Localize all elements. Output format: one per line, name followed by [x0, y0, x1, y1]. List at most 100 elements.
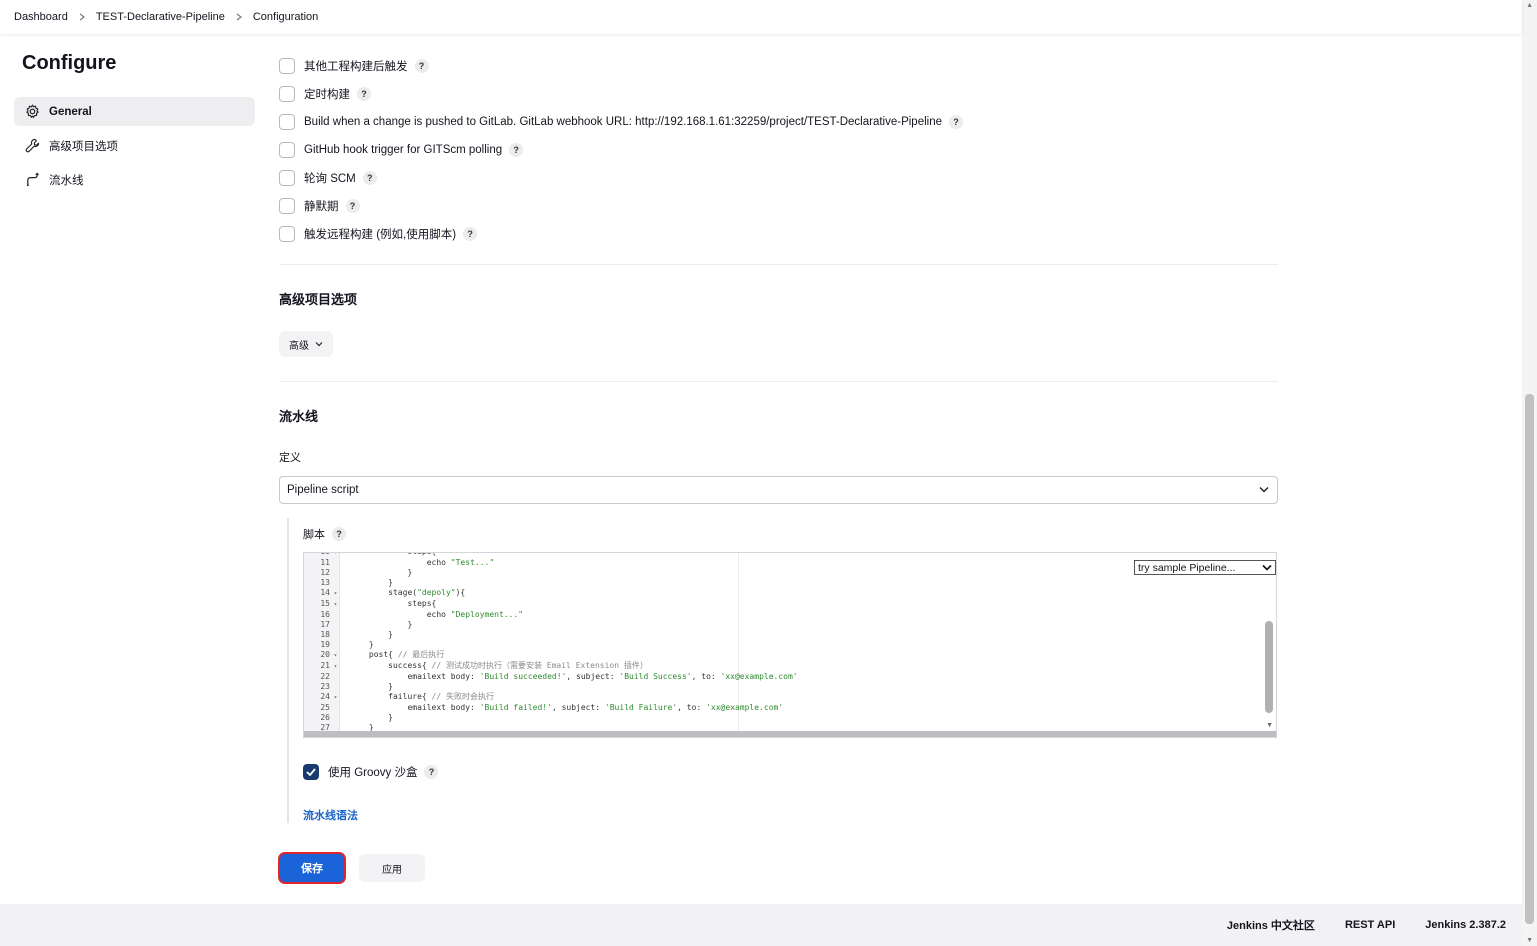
code-text: } [407, 568, 413, 577]
scroll-down-icon[interactable]: ▼ [1526, 937, 1533, 944]
fold-arrow-icon[interactable]: ▾ [330, 693, 340, 703]
advanced-button[interactable]: 高级 [279, 331, 333, 357]
line-number: 19 [320, 640, 330, 649]
trigger-label: 其他工程构建后触发 [304, 61, 408, 73]
trigger-row: Build when a change is pushed to GitLab.… [279, 108, 1278, 136]
chevron-down-icon [1259, 484, 1269, 496]
code-text: success{ // 测试成功时执行（需要安装 Email Extension… [388, 661, 648, 670]
trigger-label: Build when a change is pushed to GitLab.… [304, 116, 943, 128]
footer-link-community[interactable]: Jenkins 中文社区 [1227, 917, 1315, 933]
line-number: 26 [320, 713, 330, 722]
line-number: 14 [320, 588, 330, 597]
trigger-checkbox[interactable] [279, 226, 295, 242]
trigger-checkbox[interactable] [279, 170, 295, 186]
sidebar-item-pipeline[interactable]: 流水线 [14, 165, 255, 194]
code-text: echo "Test..." [426, 558, 495, 567]
help-icon[interactable]: ? [362, 171, 377, 185]
advanced-button-label: 高级 [289, 340, 309, 352]
code-content[interactable]: 10 ▾ steps{11 echo "Test..."12 }13 }14 ▾… [304, 553, 798, 737]
groovy-sandbox-checkbox[interactable] [303, 764, 319, 780]
definition-label: 定义 [279, 452, 301, 464]
groovy-sandbox-row: 使用 Groovy 沙盒 ? [303, 764, 1278, 780]
editor-scrollbar[interactable] [1265, 573, 1273, 733]
line-number: 25 [320, 703, 330, 712]
build-triggers: 其他工程构建后触发 ? 定时构建 ? Build when a change i… [279, 52, 1278, 248]
script-label: 脚本 [303, 529, 325, 541]
code-line: 24 ▾ failure{ // 失败时会执行 [304, 692, 798, 703]
line-number: 11 [320, 558, 330, 567]
section-divider [279, 264, 1278, 265]
code-text: } [388, 630, 393, 639]
code-line: 26 } [304, 713, 798, 723]
sample-pipeline-select[interactable]: try sample Pipeline... [1134, 560, 1276, 575]
sidebar-item-label: General [49, 105, 92, 118]
page-scrollbar[interactable]: ▲ ▼ [1522, 0, 1537, 946]
chevron-down-icon [315, 341, 323, 347]
sidebar-item-label: 高级项目选项 [49, 140, 118, 153]
trigger-checkbox[interactable] [279, 86, 295, 102]
line-number: 10 [304, 553, 330, 557]
line-number: 17 [320, 620, 330, 629]
trigger-checkbox[interactable] [279, 114, 295, 130]
definition-value: Pipeline script [287, 484, 359, 496]
line-number: 21 [320, 661, 330, 670]
help-icon[interactable]: ? [332, 527, 346, 541]
code-text: stage("depoly"){ [388, 588, 466, 597]
sidebar: Configure General 高级项目选项 流水线 [14, 52, 255, 199]
trigger-label: GitHub hook trigger for GITScm polling [304, 144, 503, 156]
trigger-checkbox[interactable] [279, 58, 295, 74]
trigger-label: 静默期 [304, 201, 339, 213]
help-icon[interactable]: ? [424, 765, 439, 779]
line-number: 13 [320, 578, 330, 587]
pipeline-syntax-link[interactable]: 流水线语法 [303, 807, 358, 823]
sidebar-item-advanced[interactable]: 高级项目选项 [14, 131, 255, 160]
help-icon[interactable]: ? [345, 199, 360, 213]
editor-horizontal-scrollbar[interactable] [304, 731, 1276, 737]
apply-button[interactable]: 应用 [359, 854, 425, 882]
line-number: 16 [320, 610, 330, 619]
line-number: 23 [320, 682, 330, 691]
fold-arrow-icon[interactable]: ▾ [330, 589, 340, 599]
footer-link-rest-api[interactable]: REST API [1345, 919, 1395, 931]
code-text: emailext body: 'Build succeeded!', subje… [407, 672, 798, 681]
footer-link-version[interactable]: Jenkins 2.387.2 [1425, 919, 1506, 931]
fold-arrow-icon[interactable]: ▾ [330, 600, 340, 610]
script-label-row: 脚本 ? [303, 526, 1278, 542]
sidebar-item-general[interactable]: General [14, 97, 255, 126]
help-icon[interactable]: ? [949, 115, 964, 129]
fold-arrow-icon[interactable]: ▾ [330, 662, 340, 672]
section-divider [279, 381, 1278, 382]
footer: Jenkins 中文社区 REST API Jenkins 2.387.2 [0, 904, 1522, 946]
help-icon[interactable]: ? [463, 227, 478, 241]
line-number: 12 [320, 568, 330, 577]
help-icon[interactable]: ? [357, 87, 371, 101]
help-icon[interactable]: ? [509, 143, 524, 157]
breadcrumb-configuration[interactable]: Configuration [253, 11, 318, 23]
pipeline-section-title: 流水线 [279, 409, 319, 424]
page-scroll-thumb[interactable] [1525, 394, 1534, 924]
definition-select[interactable]: Pipeline script [279, 476, 1278, 504]
code-text: } [407, 620, 413, 629]
code-line: 18 } [304, 630, 798, 640]
code-line: 12 } [304, 568, 798, 578]
code-line: 20 ▾ post{ // 最后执行 [304, 650, 798, 661]
fold-arrow-icon[interactable]: ▾ [330, 651, 340, 661]
breadcrumb-dashboard[interactable]: Dashboard [14, 11, 68, 23]
trigger-label: 定时构建 [304, 89, 350, 101]
code-text: } [368, 640, 374, 649]
code-text: } [388, 682, 393, 691]
advanced-section-title: 高级项目选项 [279, 292, 358, 307]
breadcrumb-job[interactable]: TEST-Declarative-Pipeline [96, 11, 225, 23]
pipeline-icon [24, 172, 40, 188]
scroll-down-icon[interactable]: ▼ [1266, 722, 1273, 729]
check-icon [306, 768, 316, 776]
scroll-up-icon[interactable]: ▲ [1526, 2, 1533, 9]
trigger-checkbox[interactable] [279, 198, 295, 214]
code-text: post{ // 最后执行 [368, 650, 445, 659]
trigger-checkbox[interactable] [279, 142, 295, 158]
help-icon[interactable]: ? [414, 59, 429, 73]
editor-scroll-thumb[interactable] [1265, 621, 1273, 713]
script-editor[interactable]: 10 ▾ steps{11 echo "Test..."12 }13 }14 ▾… [303, 552, 1277, 738]
save-button[interactable]: 保存 [278, 852, 346, 884]
trigger-row: GitHub hook trigger for GITScm polling ? [279, 136, 1278, 164]
